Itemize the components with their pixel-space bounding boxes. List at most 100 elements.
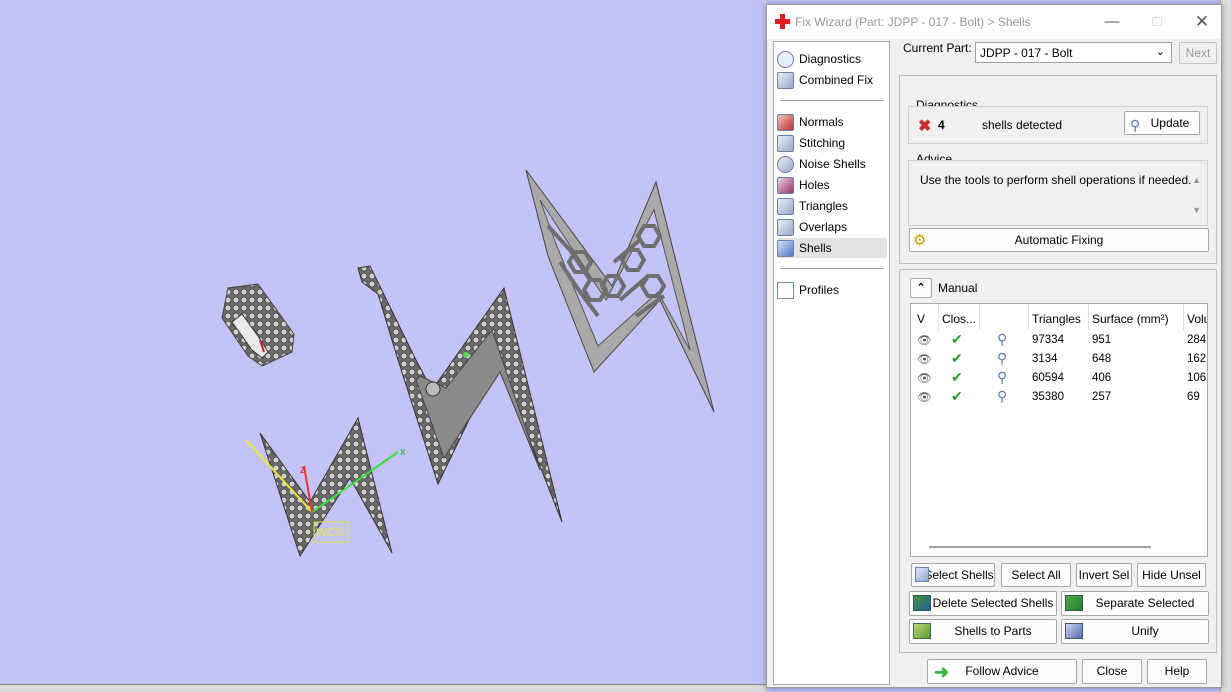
select-shells-button[interactable]: Select Shells <box>911 563 995 587</box>
nav-item-shells[interactable]: Shells <box>777 238 887 258</box>
check-icon: ✔ <box>951 350 963 366</box>
close-button[interactable]: Close <box>1082 659 1142 684</box>
horizontal-scrollbar[interactable] <box>929 546 1151 548</box>
check-icon: ✔ <box>951 331 963 347</box>
nav-label: Profiles <box>799 283 840 297</box>
nav-label: Holes <box>799 178 830 192</box>
surface-cell: 648 <box>1092 353 1112 365</box>
separate-selected-shells-button[interactable]: Separate Selected Shells <box>1061 591 1209 633</box>
unify-label: Unify <box>1131 624 1159 638</box>
bottom-ruler <box>0 684 766 692</box>
select-all-button[interactable]: Select All <box>1001 563 1071 587</box>
eye-icon[interactable]: 👁 <box>917 371 932 385</box>
wcs-label: WCS <box>316 525 344 539</box>
eye-icon[interactable]: 👁 <box>917 333 932 347</box>
delete-selected-shells-button[interactable]: Delete Selected Shells <box>909 591 1057 616</box>
nav-item-profiles[interactable]: Profiles <box>777 280 887 300</box>
triangles-cell: 35380 <box>1032 391 1064 403</box>
delete-shell-icon <box>913 595 931 611</box>
shell-count: 4 <box>938 118 945 132</box>
col-divider <box>1088 304 1089 330</box>
nav-divider <box>780 100 884 101</box>
advice-group: Use the tools to perform shell operation… <box>908 160 1208 226</box>
zoom-icon[interactable]: ⚲ <box>997 369 1007 386</box>
volume-cell: 284 <box>1187 334 1207 346</box>
volume-cell: 69 <box>1187 391 1200 403</box>
shell-select-icon <box>915 567 929 582</box>
middle-bolt-shell[interactable] <box>357 265 563 523</box>
dialog-titlebar[interactable]: Fix Wizard (Part: JDPP - 017 - Bolt) > S… <box>767 5 1221 39</box>
3d-viewport[interactable]: x z WCS <box>0 0 766 692</box>
col-header-surface[interactable]: Surface (mm²) <box>1092 312 1169 326</box>
update-label: Update <box>1150 116 1190 130</box>
shells-to-parts-button[interactable]: Shells to Parts <box>909 619 1057 644</box>
x-axis-label: x <box>400 446 406 458</box>
overlaps-icon <box>777 218 794 236</box>
error-x-icon: ✖ <box>918 118 932 135</box>
delete-selected-label: Delete Selected Shells <box>932 596 1054 610</box>
nav-label: Stitching <box>799 136 846 150</box>
hide-unselected-button[interactable]: Hide Unsel <box>1137 563 1206 587</box>
close-window-button[interactable]: ✕ <box>1187 11 1217 33</box>
nav-item-normals[interactable]: Normals <box>777 112 887 132</box>
holes-icon <box>777 176 794 194</box>
zoom-icon[interactable]: ⚲ <box>997 331 1007 348</box>
shells-to-parts-label: Shells to Parts <box>954 624 1032 638</box>
noise-shells-icon <box>777 155 794 173</box>
col-divider <box>979 304 980 330</box>
nav-item-stitching[interactable]: Stitching <box>777 133 887 153</box>
stitching-icon <box>777 134 794 152</box>
combined-fix-icon <box>777 71 794 89</box>
gears-icon: ⚙ <box>913 232 927 249</box>
scroll-up-icon[interactable]: ▲ <box>1192 175 1201 185</box>
shells-table[interactable]: V Clos... Triangles Surface (mm²) Volu 👁… <box>910 303 1208 557</box>
arrow-right-icon: ➜ <box>934 662 950 682</box>
nav-item-triangles[interactable]: Triangles <box>777 196 887 216</box>
wizard-navigation: Diagnostics Combined Fix Normals Stitchi… <box>773 41 890 685</box>
nav-item-overlaps[interactable]: Overlaps <box>777 217 887 237</box>
col-header-visible[interactable]: V <box>917 312 925 326</box>
zoom-icon[interactable]: ⚲ <box>997 350 1007 367</box>
follow-advice-label: Follow Advice <box>965 664 1039 678</box>
follow-advice-button[interactable]: ➜ Follow Advice <box>927 659 1077 684</box>
profiles-icon <box>777 281 794 299</box>
col-header-triangles[interactable]: Triangles <box>1032 312 1081 326</box>
bail-shell[interactable] <box>221 283 295 367</box>
volume-cell: 106 <box>1187 372 1207 384</box>
surface-cell: 406 <box>1092 372 1112 384</box>
nav-item-holes[interactable]: Holes <box>777 175 887 195</box>
scroll-down-icon[interactable]: ▼ <box>1192 205 1201 215</box>
automatic-fixing-label: Automatic Fixing <box>1014 233 1104 247</box>
nav-item-noise-shells[interactable]: Noise Shells <box>777 154 887 174</box>
col-header-closed[interactable]: Clos... <box>942 312 976 326</box>
collapse-manual-button[interactable]: ⌃ <box>910 278 932 298</box>
zoom-icon[interactable]: ⚲ <box>997 388 1007 405</box>
nav-label: Shells <box>799 241 832 255</box>
minimize-button[interactable]: — <box>1097 11 1127 33</box>
eye-icon[interactable]: 👁 <box>917 390 932 404</box>
invert-selection-button[interactable]: Invert Sel <box>1076 563 1132 587</box>
unify-button[interactable]: Unify <box>1061 619 1209 644</box>
nav-label: Combined Fix <box>799 73 874 87</box>
triangles-cell: 60594 <box>1032 372 1064 384</box>
nav-divider <box>780 268 884 269</box>
dialog-title: Fix Wizard (Part: JDPP - 017 - Bolt) > S… <box>795 15 1031 29</box>
next-button[interactable]: Next <box>1179 42 1217 64</box>
automatic-fixing-button[interactable]: ⚙ Automatic Fixing <box>909 228 1209 252</box>
nav-item-combined-fix[interactable]: Combined Fix <box>777 70 887 90</box>
lattice-bolt-shell[interactable] <box>525 169 715 413</box>
scene-models <box>221 169 715 558</box>
current-part-value: JDPP - 017 - Bolt <box>980 46 1073 60</box>
col-header-volume[interactable]: Volu <box>1187 312 1207 326</box>
eye-icon[interactable]: 👁 <box>917 352 932 366</box>
update-button[interactable]: ⚲ Update <box>1124 111 1200 135</box>
nav-item-diagnostics[interactable]: Diagnostics <box>777 49 887 69</box>
help-button[interactable]: Help <box>1147 659 1207 684</box>
maximize-button[interactable]: □ <box>1142 11 1172 33</box>
check-icon: ✔ <box>951 388 963 404</box>
normals-icon <box>777 113 794 131</box>
current-part-select[interactable]: JDPP - 017 - Bolt ⌄ <box>975 42 1172 63</box>
shells-icon <box>777 239 794 257</box>
col-divider <box>1028 304 1029 330</box>
current-part-label: Current Part: <box>903 41 972 55</box>
